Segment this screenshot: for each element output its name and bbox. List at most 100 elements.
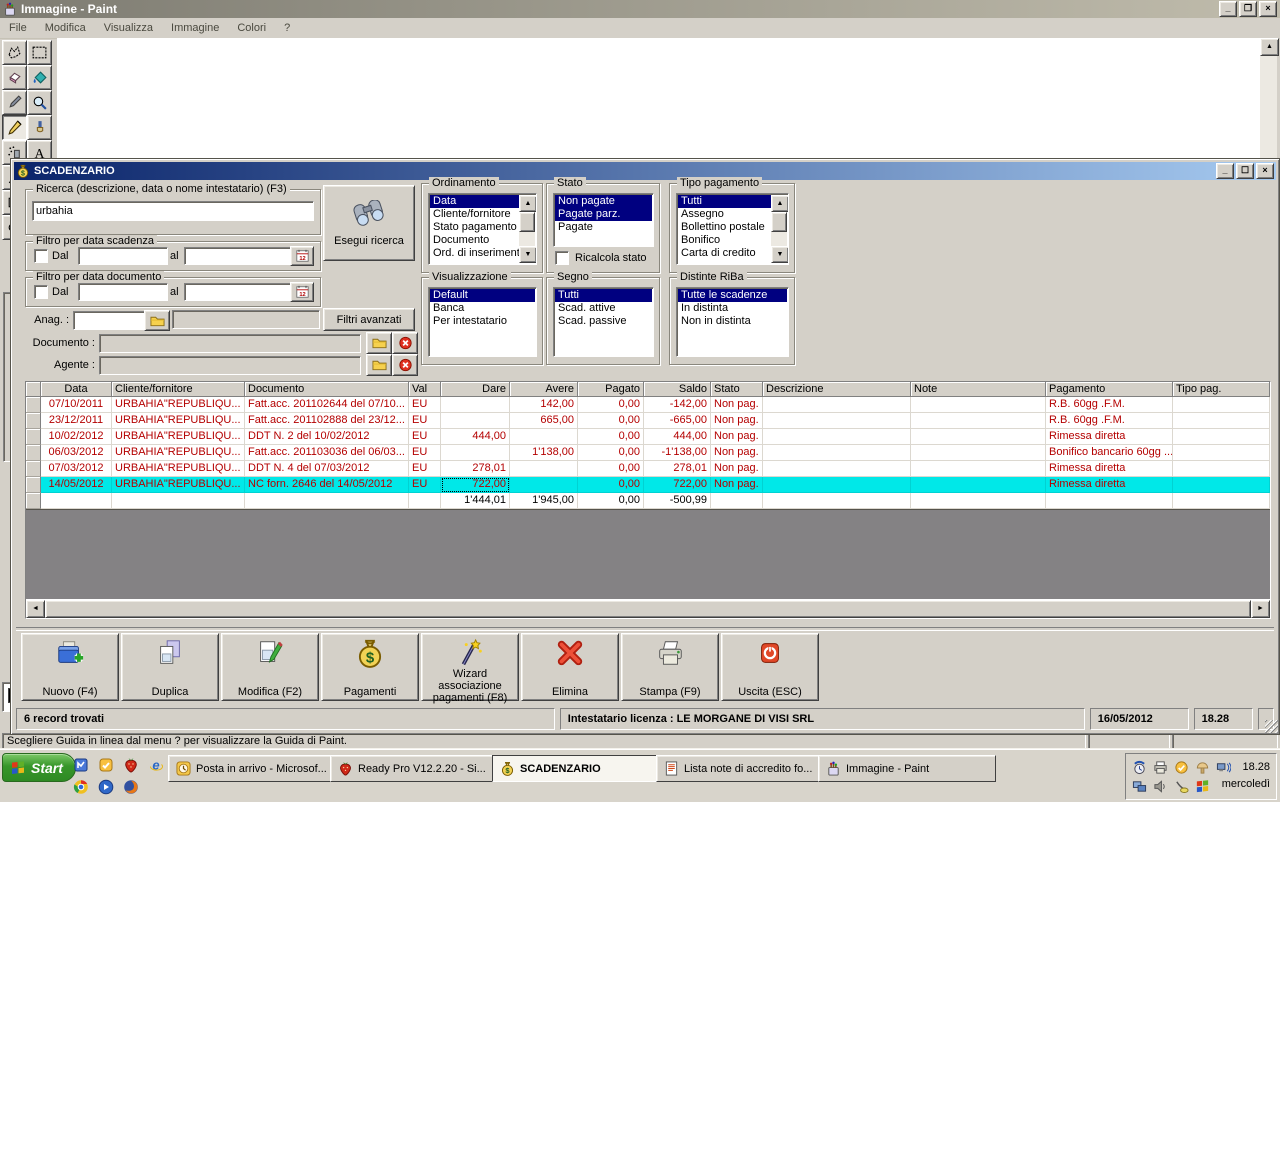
dal-checkbox[interactable] xyxy=(34,285,48,299)
cell-descrizione[interactable] xyxy=(763,429,911,445)
nuovo-f4-button[interactable]: Nuovo (F4) xyxy=(21,633,119,701)
row-selector[interactable] xyxy=(26,461,41,477)
segno-listbox[interactable]: Tutti Scad. attive Scad. passive xyxy=(553,287,654,357)
column-header-saldo[interactable]: Saldo xyxy=(644,382,711,397)
cell-pagato[interactable]: 0,00 xyxy=(578,397,644,413)
cell-data[interactable]: 14/05/2012 xyxy=(41,477,112,493)
scroll-down-icon[interactable]: ▼ xyxy=(519,246,536,263)
folder-icon[interactable] xyxy=(144,310,170,331)
menu-item-colori[interactable]: Colori xyxy=(228,19,275,37)
cell-stato[interactable]: Non pag. xyxy=(711,445,763,461)
cell-documento[interactable]: NC forn. 2646 del 14/05/2012 xyxy=(245,477,409,493)
table-row[interactable]: 07/10/2011 URBAHIA"REPUBLIQU... Fatt.acc. … xyxy=(26,397,1270,413)
app-icon[interactable] xyxy=(72,756,90,774)
cell-pagamento[interactable]: Bonifico bancario 60gg .... xyxy=(1046,445,1173,461)
tool-fill-icon[interactable] xyxy=(27,65,52,90)
column-header-note[interactable]: Note xyxy=(911,382,1046,397)
tray-schedule-icon[interactable] xyxy=(1172,758,1190,776)
wizard-associazione-pagamenti-f8-button[interactable]: Wizard associazione pagamenti (F8) xyxy=(421,633,519,704)
listbox-item[interactable]: Assegno xyxy=(678,208,771,221)
cell-pagato[interactable]: 0,00 xyxy=(578,477,644,493)
listbox-item[interactable]: Cliente/fornitore xyxy=(430,208,519,221)
clear-icon[interactable] xyxy=(392,332,418,354)
listbox-item[interactable]: Documento xyxy=(430,234,519,247)
close-icon[interactable]: × xyxy=(1256,163,1274,179)
cell-documento[interactable]: Fatt.acc. 201102888 del 23/12... xyxy=(245,413,409,429)
cell-clientefornitore[interactable]: URBAHIA"REPUBLIQU... xyxy=(112,429,245,445)
cell-stato[interactable]: Non pag. xyxy=(711,429,763,445)
uscita-esc-button[interactable]: Uscita (ESC) xyxy=(721,633,819,701)
cell-clientefornitore[interactable]: URBAHIA"REPUBLIQU... xyxy=(112,477,245,493)
clear-icon[interactable] xyxy=(392,354,418,376)
cell-data[interactable]: 23/12/2011 xyxy=(41,413,112,429)
cell-pagamento[interactable]: Rimessa diretta xyxy=(1046,477,1173,493)
menu-item-[interactable]: ? xyxy=(275,19,299,37)
cell-saldo[interactable]: -142,00 xyxy=(644,397,711,413)
cell-saldo[interactable]: 722,00 xyxy=(644,477,711,493)
scroll-up-icon[interactable]: ▲ xyxy=(771,195,788,212)
table-row[interactable]: 06/03/2012 URBAHIA"REPUBLIQU... Fatt.acc. … xyxy=(26,445,1270,461)
start-button[interactable]: Start xyxy=(2,753,76,782)
scroll-left-icon[interactable]: ◄ xyxy=(26,600,45,618)
tool-pencil-icon[interactable] xyxy=(2,115,27,140)
cell-descrizione[interactable] xyxy=(763,413,911,429)
taskbar-task-posta-in-arrivo-microsof[interactable]: Posta in arrivo - Microsof... xyxy=(168,755,340,782)
tool-rect-select-icon[interactable] xyxy=(27,40,52,65)
scroll-down-icon[interactable]: ▼ xyxy=(771,246,788,263)
row-selector-header[interactable] xyxy=(26,382,41,397)
cell-dare[interactable] xyxy=(441,397,510,413)
taskbar-task-immagine-paint[interactable]: Immagine - Paint xyxy=(818,755,996,782)
cell-stato[interactable]: Non pag. xyxy=(711,461,763,477)
listbox-item[interactable]: Tutti xyxy=(555,289,652,302)
cell-dare[interactable]: 278,01 xyxy=(441,461,510,477)
cell-avere[interactable]: 1'138,00 xyxy=(510,445,578,461)
minimize-icon[interactable]: _ xyxy=(1216,163,1234,179)
cell-tipopag[interactable] xyxy=(1173,413,1270,429)
chrome-icon[interactable] xyxy=(72,778,90,796)
firefox-icon[interactable] xyxy=(122,778,140,796)
cell-dare[interactable] xyxy=(441,413,510,429)
anag-input[interactable] xyxy=(73,311,147,330)
listbox-item[interactable]: Stato pagamento xyxy=(430,221,519,234)
cell-note[interactable] xyxy=(911,461,1046,477)
scroll-up-icon[interactable]: ▲ xyxy=(1260,38,1279,56)
listbox-item[interactable]: Bonifico xyxy=(678,234,771,247)
menu-item-visualizza[interactable]: Visualizza xyxy=(95,19,162,37)
cell-pagamento[interactable]: Rimessa diretta xyxy=(1046,429,1173,445)
cell-note[interactable] xyxy=(911,445,1046,461)
cell-val[interactable]: EU xyxy=(409,477,441,493)
cell-note[interactable] xyxy=(911,397,1046,413)
row-selector[interactable] xyxy=(26,397,41,413)
table-row[interactable]: 10/02/2012 URBAHIA"REPUBLIQU... DDT N. 2 d… xyxy=(26,429,1270,445)
cell-clientefornitore[interactable]: URBAHIA"REPUBLIQU... xyxy=(112,445,245,461)
listbox-item[interactable]: Bollettino postale xyxy=(678,221,771,234)
close-icon[interactable]: × xyxy=(1259,1,1277,17)
cell-val[interactable]: EU xyxy=(409,461,441,477)
listbox-item[interactable]: Pagate xyxy=(555,221,652,234)
column-header-tipopag[interactable]: Tipo pag. xyxy=(1173,382,1270,397)
column-header-pagato[interactable]: Pagato xyxy=(578,382,644,397)
modifica-f2-button[interactable]: Modifica (F2) xyxy=(221,633,319,701)
cell-val[interactable]: EU xyxy=(409,445,441,461)
folder-icon[interactable] xyxy=(366,354,392,376)
cell-stato[interactable]: Non pag. xyxy=(711,413,763,429)
stato-listbox[interactable]: Non pagate Pagate parz. Pagate xyxy=(553,193,654,247)
column-header-val[interactable]: Val xyxy=(409,382,441,397)
cell-avere[interactable] xyxy=(510,461,578,477)
column-header-avere[interactable]: Avere xyxy=(510,382,578,397)
taskbar-task-ready-pro-v12-2-20-si[interactable]: Ready Pro V12.2.20 - Si... xyxy=(330,755,502,782)
ordinamento-listbox[interactable]: Data Cliente/fornitore Stato pagamento Docu… xyxy=(428,193,537,265)
filtri-avanzati-button[interactable]: Filtri avanzati xyxy=(323,308,415,331)
pagamenti-button[interactable]: $ Pagamenti xyxy=(321,633,419,701)
tool-magnifier-icon[interactable] xyxy=(27,90,52,115)
cell-saldo[interactable]: 444,00 xyxy=(644,429,711,445)
cell-stato[interactable]: Non pag. xyxy=(711,397,763,413)
listbox-item[interactable]: Ord. di inserimento xyxy=(430,247,519,260)
data-documento-dal-input[interactable] xyxy=(78,283,168,301)
listbox-scrollbar[interactable]: ▲ ▼ xyxy=(519,195,536,263)
menu-item-file[interactable]: File xyxy=(0,19,36,37)
cell-saldo[interactable]: -1'138,00 xyxy=(644,445,711,461)
listbox-item[interactable]: Default xyxy=(430,289,535,302)
cell-descrizione[interactable] xyxy=(763,477,911,493)
cell-tipopag[interactable] xyxy=(1173,461,1270,477)
